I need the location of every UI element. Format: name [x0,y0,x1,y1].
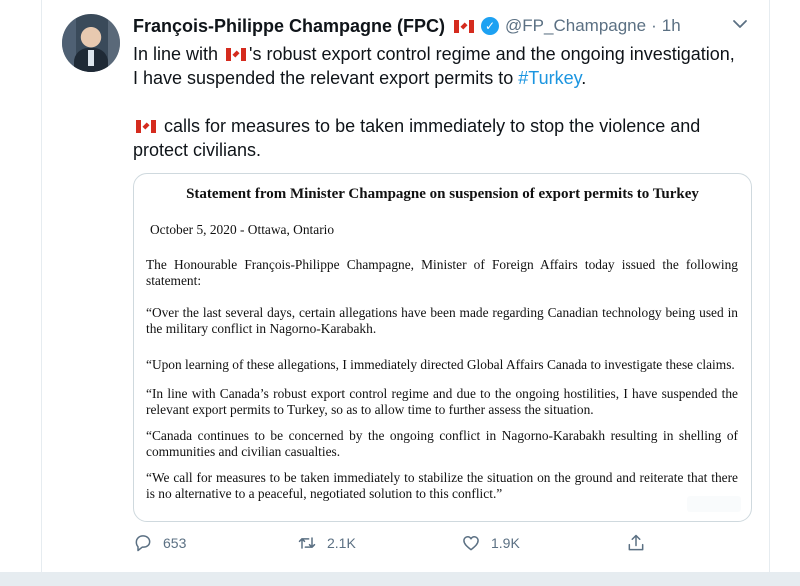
reply-count: 653 [163,535,187,551]
share-button[interactable] [626,533,646,553]
retweet-icon [298,537,316,549]
reply-button[interactable]: 653 [133,533,186,553]
separator-dot: · [651,16,657,35]
tweet-text-segment: In line with [133,44,224,64]
tweet-divider [0,572,800,586]
like-count: 1.9K [491,535,520,551]
statement-date: October 5, 2020 - Ottawa, Ontario [150,222,335,237]
canada-flag-icon [454,19,475,33]
tweet-timestamp[interactable]: 1h [662,16,681,36]
statement-title: Statement from Minister Champagne on sus… [186,186,699,202]
avatar-shirt [88,50,94,66]
canada-flag-icon [136,120,156,133]
chevron-down-icon[interactable] [732,16,748,32]
like-button[interactable]: 1.9K [461,533,520,553]
avatar[interactable] [62,14,120,72]
statement-paragraph: The Honourable François-Philippe Champag… [146,257,738,288]
author-name[interactable]: François-Philippe Champagne (FPC) [133,16,445,37]
statement-paragraph: “In line with Canada’s robust export con… [146,386,738,417]
like-icon [463,536,479,551]
tweet-text-segment: 's robust export control regime and the … [249,44,735,64]
retweet-button[interactable]: 2.1K [297,533,356,553]
avatar-background-right [108,14,120,72]
hashtag-link[interactable]: #Turkey [518,68,581,88]
retweet-count: 2.1K [327,535,356,551]
statement-paragraph: “Canada continues to be concerned by the… [146,428,738,459]
image-badge [687,496,741,512]
tweet-text-segment: I have suspended the relevant export per… [133,68,519,88]
tweet-actions: 653 2.1K 1.9K [0,533,800,559]
tweet-text-segment: . [581,68,587,88]
tweet-header: François-Philippe Champagne (FPC) ✓ @FP_… [133,14,681,38]
author-handle[interactable]: @FP_Champagne [505,16,646,36]
tweet-text-segment: protect civilians. [133,140,262,160]
statement-image[interactable]: Statement from Minister Champagne on sus… [133,173,752,522]
canada-flag-icon [226,48,247,61]
tweet-text-segment: calls for measures to be taken immediate… [159,116,701,136]
tweet-text: In line with 's robust export control re… [133,42,753,162]
statement-paragraph: “We call for measures to be taken immedi… [146,470,738,501]
statement-paragraph: “Over the last several days, certain all… [146,305,738,336]
statement-paragraph: “Upon learning of these allegations, I i… [146,357,735,372]
verified-badge-icon: ✓ [481,17,500,35]
reply-icon [135,535,151,552]
share-icon [628,534,644,551]
